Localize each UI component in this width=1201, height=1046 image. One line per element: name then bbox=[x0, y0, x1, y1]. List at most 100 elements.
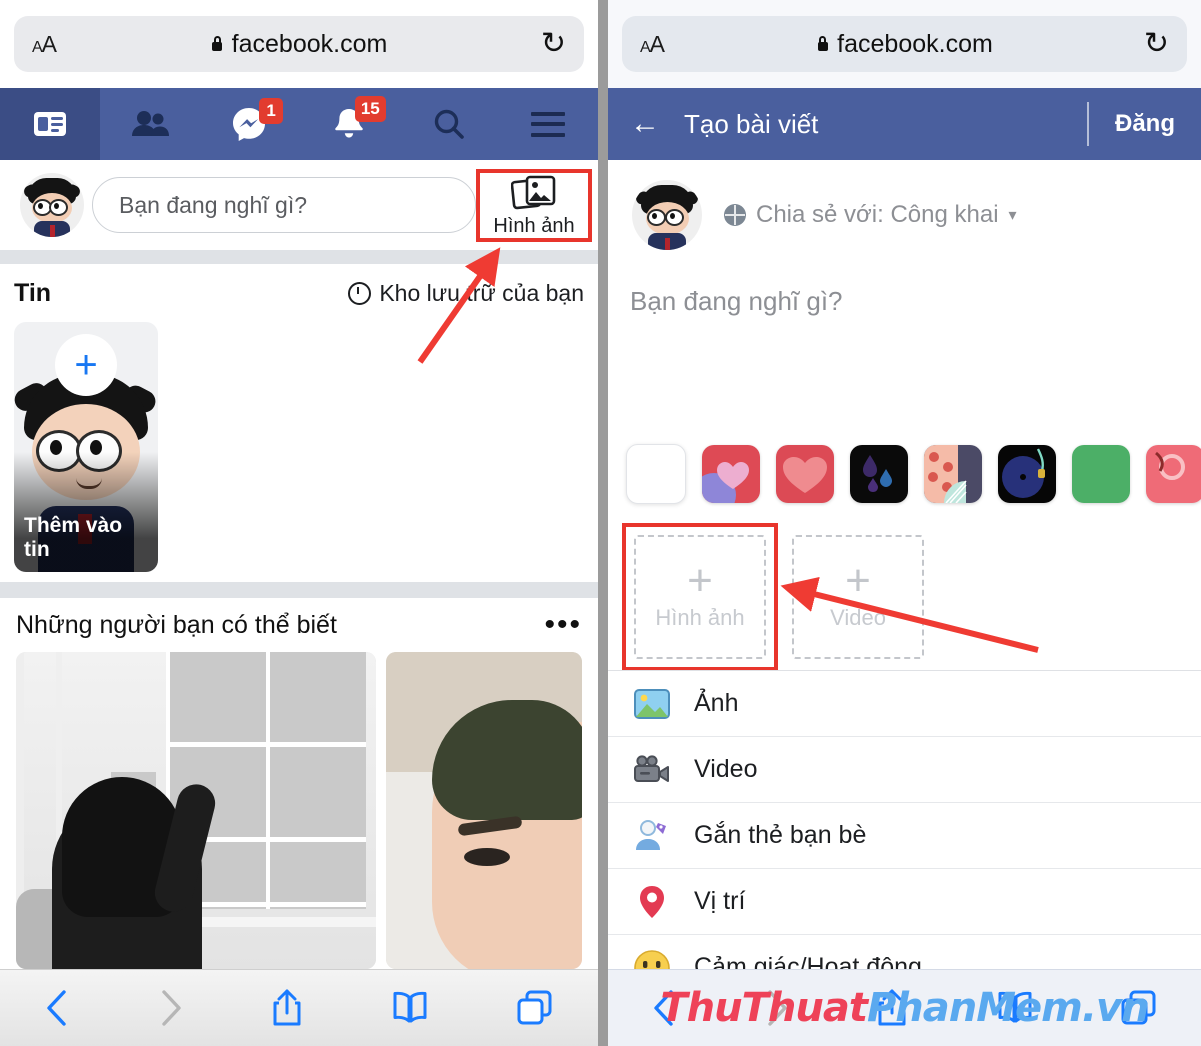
add-video-label: Video bbox=[830, 604, 886, 630]
add-photo-label: Hình ảnh bbox=[655, 604, 745, 630]
url-text: facebook.com bbox=[231, 29, 388, 58]
menu-item-tag-friends[interactable]: Gắn thẻ bạn bè bbox=[608, 803, 1201, 869]
menu-item-label: Gắn thẻ bạn bè bbox=[694, 821, 867, 849]
friends-icon bbox=[131, 111, 169, 136]
forward-chevron-icon[interactable] bbox=[155, 986, 185, 1030]
audience-selector[interactable]: Chia sẻ với: Công khai ▾ bbox=[724, 201, 1017, 229]
left-browser-chrome: AA facebook.com ↻ bbox=[0, 0, 598, 88]
left-safari-toolbar bbox=[0, 969, 598, 1046]
media-upload-row: + Hình ảnh + Video bbox=[608, 518, 1201, 671]
audience-label: Chia sẻ với: Công khai bbox=[756, 201, 999, 228]
nav-tab-news-feed[interactable] bbox=[0, 88, 100, 160]
back-arrow-icon[interactable]: ← bbox=[630, 109, 660, 139]
stories-archive-link[interactable]: Kho lưu trữ của bạn bbox=[348, 280, 584, 307]
clock-icon bbox=[348, 281, 372, 305]
add-photo-wrapper: + Hình ảnh bbox=[622, 523, 778, 671]
page-title: Tạo bài viết bbox=[684, 108, 819, 139]
menu-item-photo[interactable]: Ảnh bbox=[608, 671, 1201, 737]
menu-item-label: Cảm giác/Hoạt động bbox=[694, 953, 922, 969]
status-composer[interactable]: Bạn đang nghĩ gì? bbox=[608, 270, 1201, 430]
nav-tab-messenger[interactable]: 1 bbox=[199, 88, 299, 160]
photos-icon bbox=[511, 175, 556, 209]
lock-icon bbox=[816, 36, 829, 52]
pymk-header: Những người bạn có thể biết ••• bbox=[0, 598, 598, 652]
book-icon[interactable] bbox=[389, 988, 431, 1028]
stories-title: Tin bbox=[14, 278, 52, 307]
watermark: ThuThuatPhanMem.vn bbox=[608, 985, 1201, 1031]
swatch-vinyl-record[interactable] bbox=[998, 445, 1056, 503]
pymk-cards bbox=[0, 652, 598, 969]
smiley-icon bbox=[632, 948, 672, 969]
nav-tab-notifications[interactable]: 15 bbox=[299, 88, 399, 160]
notifications-badge: 15 bbox=[354, 96, 386, 122]
menu-item-video[interactable]: Video bbox=[608, 737, 1201, 803]
swatch-pink-fan[interactable] bbox=[924, 445, 982, 503]
compose-input[interactable]: Bạn đang nghĩ gì? bbox=[92, 177, 476, 233]
stories-row: + Thêm vào tin bbox=[0, 322, 598, 582]
photo-icon bbox=[632, 684, 672, 724]
add-photo-box[interactable]: + Hình ảnh bbox=[634, 535, 766, 659]
messenger-badge: 1 bbox=[259, 98, 284, 124]
newsfeed-icon bbox=[33, 112, 66, 136]
nav-tab-friends[interactable] bbox=[100, 88, 200, 160]
panel-divider bbox=[598, 0, 608, 1046]
tabs-icon[interactable] bbox=[514, 988, 556, 1028]
swatch-big-heart-red[interactable] bbox=[776, 445, 834, 503]
lock-icon bbox=[211, 36, 224, 52]
section-divider-2 bbox=[0, 582, 598, 598]
stories-header: Tin Kho lưu trữ của bạn bbox=[0, 264, 598, 322]
menu-item-label: Video bbox=[694, 755, 758, 783]
plus-icon: + bbox=[687, 556, 713, 606]
dual-screenshot-container: AA facebook.com ↻ 1 15 Bạn đang nghĩ gì?… bbox=[0, 0, 1201, 1046]
pymk-title: Những người bạn có thể biết bbox=[16, 610, 337, 639]
right-safari-toolbar: ThuThuatPhanMem.vn bbox=[608, 969, 1201, 1046]
video-camera-icon bbox=[632, 750, 672, 790]
nav-tab-search[interactable] bbox=[399, 88, 499, 160]
address-bar[interactable]: AA facebook.com ↻ bbox=[622, 16, 1187, 72]
avatar[interactable] bbox=[632, 180, 702, 250]
add-story-label: Thêm vào tin bbox=[24, 513, 123, 561]
status-placeholder: Bạn đang nghĩ gì? bbox=[630, 286, 843, 316]
nav-tab-menu[interactable] bbox=[498, 88, 598, 160]
reload-icon[interactable]: ↻ bbox=[541, 29, 566, 59]
background-swatch-row bbox=[608, 430, 1201, 518]
header-separator bbox=[1087, 102, 1089, 146]
add-to-story-card[interactable]: + Thêm vào tin bbox=[14, 322, 158, 572]
watermark-red: ThuThuat bbox=[660, 985, 868, 1031]
audience-row: Chia sẻ với: Công khai ▾ bbox=[608, 160, 1201, 270]
swatch-no-background[interactable] bbox=[626, 444, 686, 504]
pymk-card[interactable] bbox=[386, 652, 582, 969]
url-text: facebook.com bbox=[837, 29, 993, 58]
text-size-icon[interactable]: AA bbox=[32, 31, 57, 58]
plus-icon: + bbox=[845, 556, 871, 606]
section-divider bbox=[0, 250, 598, 264]
hamburger-icon bbox=[531, 111, 566, 137]
pymk-card[interactable] bbox=[16, 652, 376, 969]
back-chevron-icon[interactable] bbox=[42, 986, 72, 1030]
more-dots-icon[interactable]: ••• bbox=[544, 610, 582, 640]
avatar[interactable] bbox=[20, 173, 84, 237]
watermark-blue: PhanMem.vn bbox=[866, 985, 1150, 1031]
menu-item-location[interactable]: Vị trí bbox=[608, 869, 1201, 935]
right-phone-screen: AA facebook.com ↻ ← Tạo bài viết Đăng Ch… bbox=[608, 0, 1201, 1046]
share-icon[interactable] bbox=[268, 986, 306, 1030]
swatch-hearts-purple[interactable] bbox=[702, 445, 760, 503]
swatch-pink-flamingo[interactable] bbox=[1146, 445, 1201, 503]
search-icon bbox=[434, 109, 464, 139]
swatch-solid-green[interactable] bbox=[1072, 445, 1130, 503]
right-browser-chrome: AA facebook.com ↻ bbox=[608, 0, 1201, 88]
attachment-menu-list: Ảnh Video Gắn thẻ bạn bè Vị trí Cảm giác… bbox=[608, 670, 1201, 969]
url-display: facebook.com bbox=[622, 30, 1187, 59]
add-video-box[interactable]: + Video bbox=[792, 535, 924, 659]
add-video-wrapper: + Video bbox=[784, 527, 932, 667]
swatch-dark-drops[interactable] bbox=[850, 445, 908, 503]
add-story-plus-icon: + bbox=[55, 334, 117, 396]
text-size-icon[interactable]: AA bbox=[640, 31, 665, 58]
reload-icon[interactable]: ↻ bbox=[1144, 29, 1169, 59]
tag-friend-icon bbox=[632, 816, 672, 856]
globe-icon bbox=[724, 204, 746, 226]
post-button[interactable]: Đăng bbox=[1089, 110, 1201, 138]
photo-button[interactable]: Hình ảnh bbox=[476, 168, 592, 242]
menu-item-feeling[interactable]: Cảm giác/Hoạt động bbox=[608, 935, 1201, 969]
address-bar[interactable]: AA facebook.com ↻ bbox=[14, 16, 584, 72]
